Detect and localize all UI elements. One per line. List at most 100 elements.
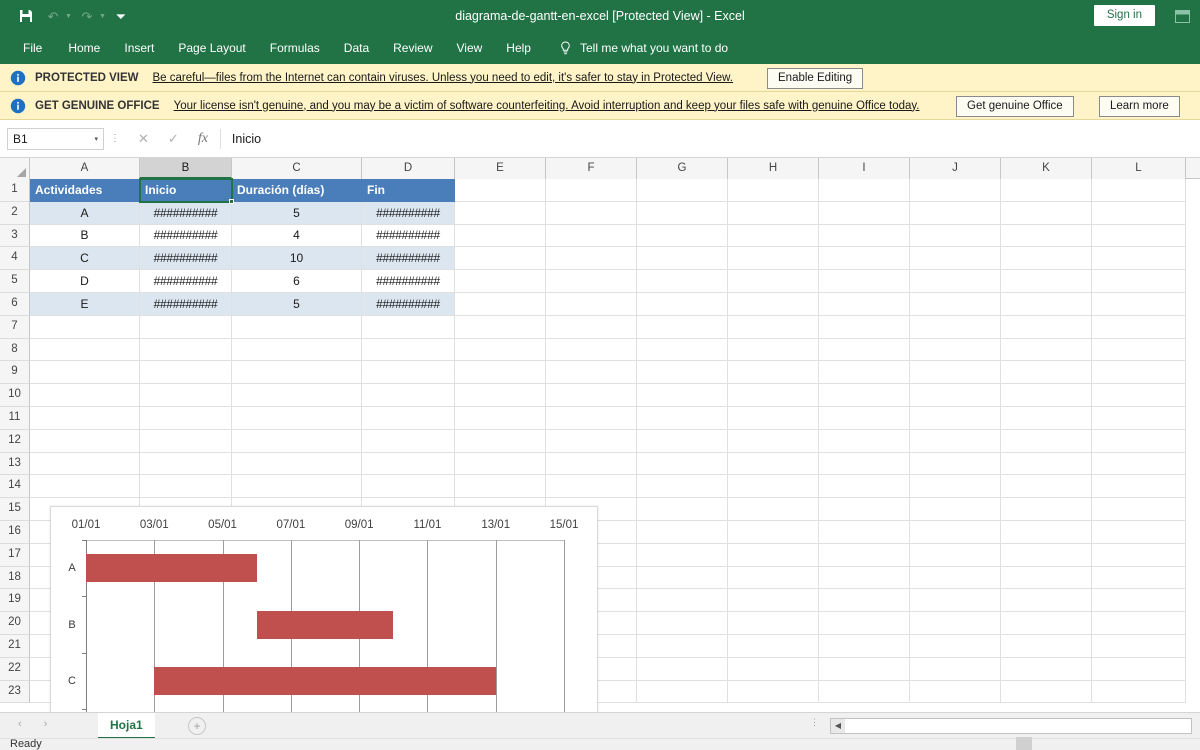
page-layout-view-icon[interactable] — [1040, 737, 1056, 750]
row-header-12[interactable]: 12 — [0, 429, 30, 453]
cell-E8[interactable] — [455, 338, 546, 362]
cell-E9[interactable] — [455, 361, 546, 385]
cell-B8[interactable] — [140, 338, 232, 362]
cell-D7[interactable] — [362, 315, 455, 339]
cell-B9[interactable] — [140, 361, 232, 385]
cell-G18[interactable] — [637, 566, 728, 590]
cell-K21[interactable] — [1001, 635, 1092, 658]
cell-H19[interactable] — [728, 589, 819, 613]
cell-F9[interactable] — [546, 361, 637, 385]
cell-L3[interactable] — [1092, 224, 1186, 248]
cell-F6[interactable] — [546, 293, 637, 316]
row-header-18[interactable]: 18 — [0, 566, 30, 590]
cell-G12[interactable] — [637, 429, 728, 453]
cell-J3[interactable] — [910, 224, 1001, 248]
column-header-l[interactable]: L — [1092, 158, 1186, 179]
cell-L6[interactable] — [1092, 293, 1186, 316]
cell-I18[interactable] — [819, 566, 910, 590]
cell-D11[interactable] — [362, 407, 455, 430]
cell-J16[interactable] — [910, 521, 1001, 544]
cell-G19[interactable] — [637, 589, 728, 613]
cell-F8[interactable] — [546, 338, 637, 362]
cell-B7[interactable] — [140, 315, 232, 339]
row-header-9[interactable]: 9 — [0, 361, 30, 385]
cell-G9[interactable] — [637, 361, 728, 385]
cell-G10[interactable] — [637, 384, 728, 407]
row-header-23[interactable]: 23 — [0, 680, 30, 704]
cell-L20[interactable] — [1092, 612, 1186, 635]
cell-D2[interactable]: ########## — [362, 201, 455, 225]
row-header-7[interactable]: 7 — [0, 315, 30, 339]
cell-D1[interactable]: Fin — [362, 179, 455, 202]
cell-A8[interactable] — [30, 338, 140, 362]
cell-D13[interactable] — [362, 452, 455, 476]
sheet-tab-hoja1[interactable]: Hoja1 — [98, 713, 155, 739]
cell-I8[interactable] — [819, 338, 910, 362]
row-header-16[interactable]: 16 — [0, 520, 30, 544]
cell-D14[interactable] — [362, 475, 455, 499]
cell-D8[interactable] — [362, 338, 455, 362]
cell-F7[interactable] — [546, 315, 637, 339]
column-header-g[interactable]: G — [637, 158, 728, 179]
cell-I17[interactable] — [819, 543, 910, 567]
cell-C2[interactable]: 5 — [232, 201, 362, 225]
cell-J18[interactable] — [910, 566, 1001, 590]
cell-L19[interactable] — [1092, 589, 1186, 613]
cell-H1[interactable] — [728, 179, 819, 202]
cell-I2[interactable] — [819, 201, 910, 225]
cell-A1[interactable]: Actividades — [30, 179, 140, 202]
cell-I11[interactable] — [819, 407, 910, 430]
cell-K7[interactable] — [1001, 315, 1092, 339]
tab-view[interactable]: View — [445, 32, 495, 64]
cell-K8[interactable] — [1001, 338, 1092, 362]
cell-H11[interactable] — [728, 407, 819, 430]
cell-C5[interactable]: 6 — [232, 270, 362, 293]
cell-I19[interactable] — [819, 589, 910, 613]
cell-G13[interactable] — [637, 452, 728, 476]
tab-home[interactable]: Home — [56, 32, 112, 64]
row-header-2[interactable]: 2 — [0, 201, 30, 225]
cell-L13[interactable] — [1092, 452, 1186, 476]
cell-L12[interactable] — [1092, 429, 1186, 453]
cell-H13[interactable] — [728, 452, 819, 476]
cell-F3[interactable] — [546, 224, 637, 248]
cell-G3[interactable] — [637, 224, 728, 248]
column-header-a[interactable]: A — [30, 158, 140, 179]
cell-D12[interactable] — [362, 429, 455, 453]
cell-L21[interactable] — [1092, 635, 1186, 658]
cell-J17[interactable] — [910, 543, 1001, 567]
cell-C9[interactable] — [232, 361, 362, 385]
cell-C6[interactable]: 5 — [232, 293, 362, 316]
row-header-13[interactable]: 13 — [0, 452, 30, 476]
cell-H10[interactable] — [728, 384, 819, 407]
row-header-15[interactable]: 15 — [0, 498, 30, 521]
cell-J8[interactable] — [910, 338, 1001, 362]
cell-F10[interactable] — [546, 384, 637, 407]
cell-J20[interactable] — [910, 612, 1001, 635]
cell-L5[interactable] — [1092, 270, 1186, 293]
cell-L16[interactable] — [1092, 521, 1186, 544]
cell-H21[interactable] — [728, 635, 819, 658]
cell-E3[interactable] — [455, 224, 546, 248]
cell-D6[interactable]: ########## — [362, 293, 455, 316]
name-box[interactable]: B1 ▾ — [7, 127, 104, 150]
row-header-3[interactable]: 3 — [0, 224, 30, 248]
cell-B12[interactable] — [140, 429, 232, 453]
cell-G22[interactable] — [637, 657, 728, 681]
row-header-17[interactable]: 17 — [0, 543, 30, 567]
cell-C8[interactable] — [232, 338, 362, 362]
cell-A6[interactable]: E — [30, 293, 140, 316]
sign-in-button[interactable]: Sign in — [1093, 5, 1155, 26]
cell-K1[interactable] — [1001, 179, 1092, 202]
cell-H12[interactable] — [728, 429, 819, 453]
cell-K22[interactable] — [1001, 657, 1092, 681]
row-header-14[interactable]: 14 — [0, 475, 30, 499]
tab-file[interactable]: File — [9, 32, 56, 64]
cell-A7[interactable] — [30, 315, 140, 339]
cell-I22[interactable] — [819, 657, 910, 681]
cell-E10[interactable] — [455, 384, 546, 407]
cell-G11[interactable] — [637, 407, 728, 430]
cell-E11[interactable] — [455, 407, 546, 430]
cell-L18[interactable] — [1092, 566, 1186, 590]
cell-D9[interactable] — [362, 361, 455, 385]
